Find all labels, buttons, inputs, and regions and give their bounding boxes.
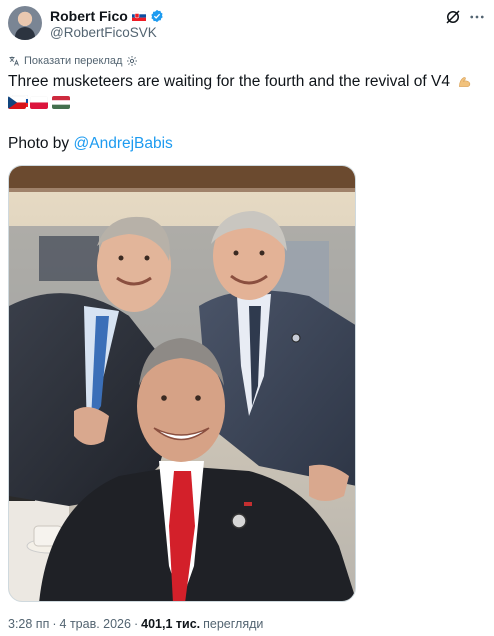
author-handle[interactable]: @RobertFicoSVK — [50, 25, 164, 40]
hungary-flag-icon — [52, 96, 70, 109]
author-name-row: Robert Fico — [50, 7, 164, 24]
show-translation-label[interactable]: Показати переклад — [24, 55, 122, 67]
photo-credit: Photo by @AndrejBabis — [8, 135, 173, 153]
poland-flag-icon — [30, 96, 48, 109]
more-icon[interactable] — [468, 8, 486, 26]
flexed-biceps-icon — [459, 77, 471, 87]
author-info: Robert Fico @RobertFicoSVK — [50, 7, 164, 40]
views-count: 401,1 тис. — [141, 617, 201, 631]
author-name[interactable]: Robert Fico — [50, 8, 128, 24]
tweet-time[interactable]: 3:28 пп — [8, 617, 49, 631]
gear-icon[interactable] — [126, 55, 138, 67]
tweet-header: Robert Fico @RobertFicoSVK — [8, 6, 486, 42]
selfie-photo-image — [9, 166, 355, 601]
show-translation[interactable]: Показати переклад — [8, 55, 138, 67]
views-label: перегляди — [203, 617, 264, 631]
flag-emoji-row — [8, 96, 70, 109]
translate-icon — [9, 56, 19, 66]
tweet-meta: 3:28 пп · 4 трав. 2026 · 401,1 тис. пере… — [8, 617, 263, 631]
separator: · — [133, 617, 139, 631]
author-avatar[interactable] — [8, 6, 42, 40]
tweet-text: Three musketeers are waiting for the fou… — [8, 72, 488, 112]
mention-link[interactable]: @AndrejBabis — [74, 135, 173, 152]
tweet-photo[interactable] — [8, 165, 356, 602]
separator: · — [52, 617, 57, 631]
slovakia-flag-icon — [131, 10, 146, 21]
tweet-date[interactable]: 4 трав. 2026 — [60, 617, 131, 631]
czech-flag-icon — [8, 96, 26, 109]
tweet-text-content: Three musketeers are waiting for the fou… — [8, 73, 450, 90]
verified-badge-icon — [151, 9, 163, 22]
photo-credit-prefix: Photo by — [8, 135, 74, 152]
grok-icon[interactable] — [444, 8, 462, 26]
